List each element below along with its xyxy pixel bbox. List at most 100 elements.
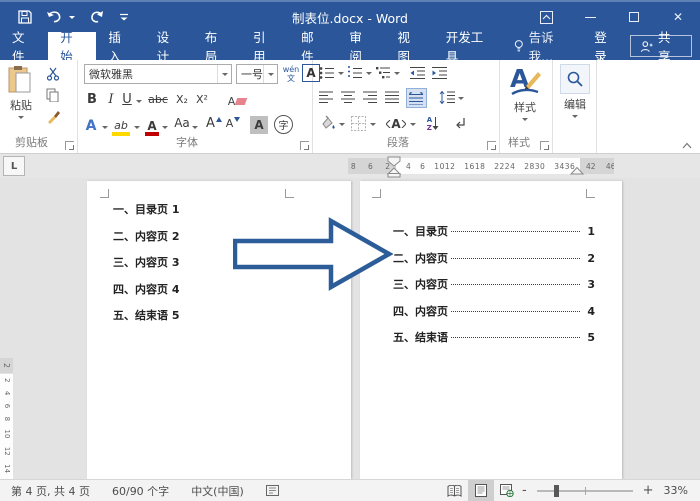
tab-file[interactable]: 文件 xyxy=(0,32,48,60)
clear-formatting-button[interactable]: A xyxy=(226,91,248,111)
read-mode-button[interactable] xyxy=(442,480,468,501)
align-right-button[interactable] xyxy=(363,91,378,104)
zoom-in-button[interactable]: + xyxy=(641,483,656,498)
macro-record-button[interactable] xyxy=(255,485,290,496)
numbering-caret-icon[interactable] xyxy=(366,72,372,75)
clipboard-group-label: 剪贴板 xyxy=(0,134,63,150)
styles-icon: A xyxy=(508,64,542,98)
zoom-slider-handle[interactable] xyxy=(554,485,559,497)
shading-button[interactable] xyxy=(319,115,336,131)
web-layout-button[interactable] xyxy=(494,480,520,501)
zoom-slider[interactable] xyxy=(537,490,633,492)
highlight-caret-icon[interactable] xyxy=(134,126,140,129)
paste-button[interactable]: 粘贴 xyxy=(8,65,34,119)
styles-caret-icon xyxy=(522,118,528,121)
font-color-button[interactable]: A xyxy=(144,115,160,136)
bold-button[interactable]: B xyxy=(84,92,100,107)
strikethrough-button[interactable]: abc xyxy=(146,93,170,106)
tell-me-box[interactable]: 告诉我... xyxy=(506,32,584,60)
show-marks-button[interactable] xyxy=(453,116,467,130)
bullets-button[interactable] xyxy=(319,66,335,80)
format-painter-button[interactable] xyxy=(46,109,61,124)
ruler-row: L 8 6 2 4 6 1012 1618 2224 2830 3436 42 … xyxy=(0,154,700,178)
font-family-caret-icon[interactable] xyxy=(217,65,231,83)
page-info[interactable]: 第 4 页, 共 4 页 xyxy=(0,483,101,499)
share-button[interactable]: 共享 xyxy=(630,35,692,57)
tab-design[interactable]: 设计 xyxy=(145,32,193,60)
phonetic-guide-button[interactable]: wén 文 xyxy=(282,62,300,86)
font-size-select[interactable]: 一号 xyxy=(236,64,278,84)
ruler-markers[interactable] xyxy=(0,154,700,178)
align-left-icon xyxy=(319,91,334,104)
tab-references[interactable]: 引用 xyxy=(241,32,289,60)
sort-button[interactable]: A Z xyxy=(423,113,443,135)
sign-in-button[interactable]: 登录 xyxy=(584,32,628,60)
print-layout-button[interactable] xyxy=(468,480,494,501)
bullets-caret-icon[interactable] xyxy=(338,72,344,75)
asian-layout-caret-icon[interactable] xyxy=(410,123,416,126)
align-center-button[interactable] xyxy=(341,91,356,104)
change-case-button[interactable]: Aa xyxy=(172,116,192,130)
styles-button[interactable]: A 样式 xyxy=(508,64,542,121)
borders-caret-icon[interactable] xyxy=(370,123,376,126)
cut-button[interactable] xyxy=(46,67,61,81)
distribute-button[interactable] xyxy=(406,88,427,108)
language-status[interactable]: 中文(中国) xyxy=(180,483,255,499)
change-case-caret-icon[interactable] xyxy=(192,126,198,129)
font-dialog-launcher-icon[interactable] xyxy=(300,141,309,150)
tab-view[interactable]: 视图 xyxy=(386,32,434,60)
zoom-out-button[interactable]: - xyxy=(520,483,529,498)
multilevel-list-button[interactable] xyxy=(375,66,391,80)
tab-developer[interactable]: 开发工具 xyxy=(434,32,506,60)
styles-dialog-launcher-icon[interactable] xyxy=(540,141,549,150)
line-spacing-button[interactable] xyxy=(439,91,455,104)
copy-button[interactable] xyxy=(46,88,60,102)
toc-label: 三、内容页 xyxy=(393,272,448,299)
subscript-button[interactable]: X₂ xyxy=(173,93,191,106)
collapse-ribbon-button[interactable] xyxy=(682,142,692,149)
font-family-select[interactable]: 微软雅黑 xyxy=(84,64,232,84)
right-arrow-shape[interactable] xyxy=(233,213,393,295)
margin-corner-mark xyxy=(372,189,381,198)
highlight-button[interactable]: ab xyxy=(111,115,131,136)
macro-icon xyxy=(266,485,279,496)
text-effects-button[interactable]: A xyxy=(82,116,100,136)
tab-insert[interactable]: 插入 xyxy=(96,32,144,60)
asian-layout-button[interactable]: A xyxy=(385,115,407,133)
line-spacing-caret-icon[interactable] xyxy=(458,97,464,100)
font-color-caret-icon[interactable] xyxy=(162,126,168,129)
align-left-button[interactable] xyxy=(319,91,334,104)
borders-button[interactable] xyxy=(351,116,366,131)
maximize-icon[interactable] xyxy=(612,2,656,32)
toc-label: 四、内容页 xyxy=(393,299,448,326)
underline-caret-icon[interactable] xyxy=(136,100,142,103)
toc-label: 一、目录页 xyxy=(393,219,448,246)
enclose-characters-button[interactable]: 字 xyxy=(274,115,293,134)
multilevel-caret-icon[interactable] xyxy=(394,72,400,75)
text-effects-caret-icon[interactable] xyxy=(102,126,108,129)
tab-review[interactable]: 审阅 xyxy=(337,32,385,60)
clipboard-dialog-launcher-icon[interactable] xyxy=(65,141,74,150)
page-right[interactable]: 一、目录页1 二、内容页2 三、内容页3 四、内容页4 五、结束语5 xyxy=(360,181,622,479)
font-size-caret-icon[interactable] xyxy=(263,65,277,83)
grow-font-button[interactable]: A xyxy=(206,116,222,131)
tab-layout[interactable]: 布局 xyxy=(193,32,241,60)
numbering-icon xyxy=(347,66,363,80)
increase-indent-button[interactable] xyxy=(431,66,448,80)
numbering-button[interactable] xyxy=(347,66,363,80)
italic-button[interactable]: I xyxy=(104,92,118,107)
tab-mailings[interactable]: 邮件 xyxy=(289,32,337,60)
shrink-font-button[interactable]: A xyxy=(225,117,241,130)
justify-button[interactable] xyxy=(385,91,400,104)
word-count[interactable]: 60/90 个字 xyxy=(101,483,180,499)
zoom-level[interactable]: 33% xyxy=(656,484,700,497)
highlight-letters: ab xyxy=(114,119,128,132)
editing-button[interactable]: 编辑 xyxy=(560,64,590,118)
decrease-indent-button[interactable] xyxy=(409,66,426,80)
character-shading-button[interactable]: A xyxy=(250,116,268,134)
shading-caret-icon[interactable] xyxy=(339,123,345,126)
underline-button[interactable]: U xyxy=(120,92,134,107)
superscript-button[interactable]: X² xyxy=(193,93,211,106)
paragraph-dialog-launcher-icon[interactable] xyxy=(487,141,496,150)
tab-home[interactable]: 开始 xyxy=(48,32,96,60)
